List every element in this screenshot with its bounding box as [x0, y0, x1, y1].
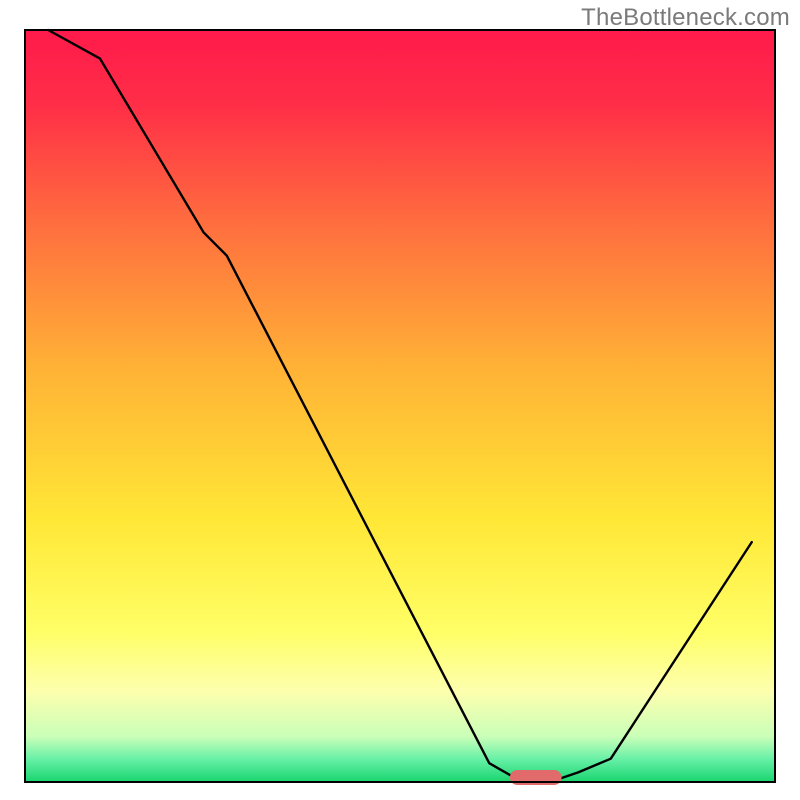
plot-background	[25, 30, 775, 782]
bottleneck-chart	[0, 0, 800, 800]
chart-stage: TheBottleneck.com	[0, 0, 800, 800]
watermark-text: TheBottleneck.com	[581, 4, 790, 32]
